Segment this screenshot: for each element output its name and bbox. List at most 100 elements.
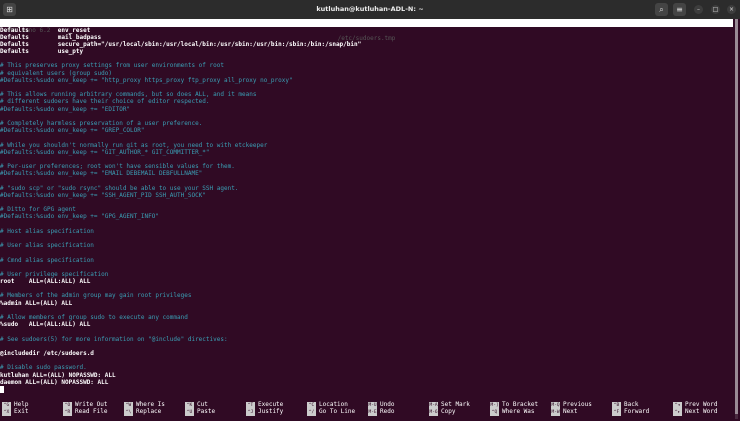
shortcut-label: To Bracket	[502, 400, 539, 408]
shortcut-read-file[interactable]: ^R Read File	[63, 408, 108, 416]
comment-line: # Host alias specification	[0, 227, 94, 235]
shortcut-label: Cut	[197, 400, 208, 408]
scrollbar[interactable]	[735, 19, 738, 419]
shortcut-label: Replace	[136, 407, 162, 415]
shortcut-label: Next Word	[685, 407, 718, 415]
code-line: @includedir /etc/sudoers.d	[0, 349, 94, 357]
comment-line: # User privilege specification	[0, 270, 109, 278]
shortcut-label: Redo	[380, 407, 395, 415]
shortcut-label: Prev Word	[685, 400, 718, 408]
shortcut-label: Where Is	[136, 400, 165, 408]
editor-text-area[interactable]: Defaults env_reset Defaults mail_badpass D…	[0, 27, 733, 394]
search-icon[interactable]: ⌕	[655, 3, 668, 16]
menu-icon[interactable]: ≡	[673, 3, 686, 16]
shortcut-key: ^Q	[490, 408, 499, 416]
code-line: %admin ALL=(ALL) ALL	[0, 299, 73, 307]
shortcut-key: ^X	[2, 408, 11, 416]
shortcut-key: ^/	[307, 408, 316, 416]
shortcut-next-word[interactable]: ^▸ Next Word	[673, 408, 718, 416]
comment-line: # Members of the admin group may gain ro…	[0, 292, 192, 300]
shortcut-label: Copy	[441, 407, 456, 415]
comment-line: # While you shouldn't normally run git a…	[0, 141, 268, 149]
comment-line: # Completely harmless preservation of a …	[0, 119, 203, 127]
shortcut-label: Read File	[75, 407, 108, 415]
comment-line: # Ditto for GPG agent	[0, 206, 76, 214]
comment-line: #Defaults:%sudo env_keep += "SSH_AGENT_P…	[0, 191, 206, 199]
code-line: root ALL=(ALL:ALL) ALL	[0, 278, 91, 286]
shortcut-key: ^▸	[673, 408, 682, 416]
shortcut-go-to-line[interactable]: ^/Go To Line	[307, 408, 355, 416]
comment-line: # See sudoers(5) for more information on…	[0, 335, 228, 343]
comment-line: # Disable sudo password.	[0, 364, 87, 372]
shortcut-key: ^\	[124, 408, 133, 416]
window-title: kutluhan@kutluhan-ADL-N: ~	[316, 5, 424, 13]
shortcut-label: Execute	[258, 400, 284, 408]
shortcut-label: Set Mark	[441, 400, 470, 408]
shortcut-label: Justify	[258, 407, 284, 415]
shortcut-where-was[interactable]: ^Q Where Was	[490, 408, 535, 416]
comment-line: # "sudo scp" or "sudo rsync" should be a…	[0, 184, 239, 192]
shortcut-key: ^F	[612, 408, 621, 416]
comment-line: #Defaults:%sudo env_keep += "GPG_AGENT_I…	[0, 213, 159, 221]
shortcut-paste[interactable]: ^U Paste	[185, 408, 215, 416]
shortcut-label: Exit	[14, 407, 29, 415]
shortcut-key: M-E	[368, 408, 377, 416]
shortcut-label: Go To Line	[319, 407, 356, 415]
comment-line: #Defaults:%sudo env_keep += "EDITOR"	[0, 105, 131, 113]
comment-line: #Defaults:%sudo env_keep += "GIT_AUTHOR_…	[0, 148, 210, 156]
comment-line: #Defaults:%sudo env_keep += "http_proxy …	[0, 76, 293, 84]
shortcut-copy[interactable]: M-6 Copy	[429, 408, 455, 416]
shortcut-label: Back	[624, 400, 639, 408]
minimize-icon[interactable]: –	[694, 5, 703, 14]
code-line: daemon ALL=(ALL) NOPASSWD: ALL	[0, 378, 109, 386]
comment-line: #Defaults:%sudo env_keep += "GREP_COLOR"	[0, 127, 145, 135]
shortcut-key: ^R	[63, 408, 72, 416]
shortcut-redo[interactable]: M-E Redo	[368, 408, 394, 416]
code-line: Defaults env_reset	[0, 26, 91, 34]
comment-line: #Defaults:%sudo env_keep += "EMAIL DEBEM…	[0, 170, 203, 178]
shortcut-next[interactable]: M-W Next	[551, 408, 577, 416]
comment-line: # This allows running arbitrary commands…	[0, 91, 257, 99]
shortcut-key: M-W	[551, 408, 560, 416]
comment-line: # User alias specification	[0, 242, 94, 250]
shortcut-label: Forward	[624, 407, 650, 415]
code-line: Defaults mail_badpass	[0, 33, 102, 41]
shortcut-label: Location	[319, 400, 348, 408]
comment-line: # This preserves proxy settings from use…	[0, 62, 224, 70]
shortcut-replace[interactable]: ^\ Replace	[124, 408, 161, 416]
comment-line: # different sudoers have their choice of…	[0, 98, 210, 106]
scrollbar-thumb[interactable]	[735, 19, 738, 414]
shortcut-label: Help	[14, 400, 29, 408]
shortcut-label: Paste	[197, 407, 216, 415]
comment-line: # equivalent users (group sudo)	[0, 69, 112, 77]
code-line: %sudo ALL=(ALL:ALL) ALL	[0, 321, 91, 329]
code-line: kutluhan ALL=(ALL) NOPASSWD: ALL	[0, 371, 116, 379]
code-line: Defaults secure_path="/usr/local/sbin:/u…	[0, 40, 362, 48]
close-icon[interactable]: ×	[727, 5, 736, 14]
code-line: Defaults use_pty	[0, 48, 84, 56]
shortcut-label: Write Out	[75, 400, 108, 408]
shortcut-label: Where Was	[502, 407, 535, 415]
shortcut-key: M-6	[429, 408, 438, 416]
shortcut-forward[interactable]: ^F Forward	[612, 408, 649, 416]
maximize-icon[interactable]: □	[711, 5, 720, 14]
shortcut-justify[interactable]: ^J Justify	[246, 408, 283, 416]
comment-line: # Per-user preferences; root won't have …	[0, 163, 235, 171]
shortcut-exit[interactable]: ^X Exit	[2, 408, 28, 416]
shortcut-key: ^U	[185, 408, 194, 416]
shortcut-label: Next	[563, 407, 578, 415]
